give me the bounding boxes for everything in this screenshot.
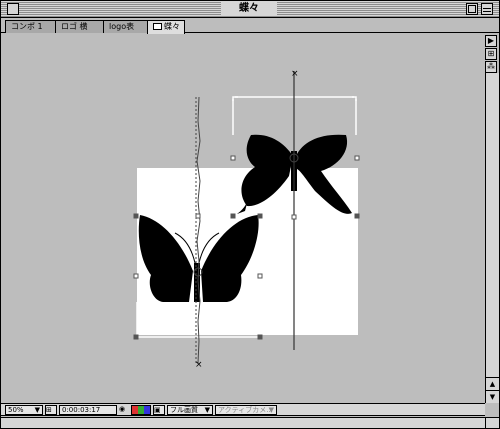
composition-icon bbox=[153, 23, 162, 30]
timecode-value: 0:00:03:17 bbox=[62, 406, 101, 414]
composition-window: 蝶々 コンポ 1 ロゴ 横 logo表 蝶々 ▶ ⊞ ⁂ × × ▲ ▼ 50%… bbox=[0, 0, 500, 429]
grid-icon: ⁂ bbox=[487, 62, 495, 71]
grid-options-button[interactable]: ⁂ bbox=[485, 61, 497, 73]
zoom-level: 50% bbox=[8, 406, 24, 414]
safe-area-button[interactable]: ⊞ bbox=[45, 405, 57, 415]
safe-area-icon: ⊞ bbox=[46, 406, 52, 414]
motion-path-lower[interactable] bbox=[195, 96, 201, 364]
close-box[interactable] bbox=[7, 3, 19, 15]
tab-label: コンポ 1 bbox=[11, 22, 43, 31]
camera-icon: ◉ bbox=[119, 405, 126, 413]
chevron-down-icon: ▼ bbox=[204, 406, 210, 414]
chevron-down-icon: ▼ bbox=[268, 406, 274, 414]
tab-logo-horizontal[interactable]: ロゴ 横 bbox=[55, 20, 105, 33]
resolution-menu[interactable]: フル画質 ▼ bbox=[167, 405, 213, 415]
title-bar[interactable]: 蝶々 bbox=[1, 1, 499, 18]
channel-button[interactable] bbox=[131, 405, 151, 415]
tab-comp-1[interactable]: コンポ 1 bbox=[5, 20, 57, 33]
chevron-down-icon: ▼ bbox=[34, 406, 40, 414]
tab-bar: コンポ 1 ロゴ 横 logo表 蝶々 bbox=[1, 18, 499, 34]
scroll-up-arrow[interactable]: ▲ bbox=[486, 377, 499, 390]
tab-label: ロゴ 横 bbox=[61, 22, 88, 31]
camera-value: アクティブカメ... bbox=[218, 406, 273, 414]
flowchart-icon: ⊞ bbox=[487, 49, 495, 58]
arrow-right-icon: ▶ bbox=[487, 36, 495, 45]
position-marker-upper[interactable]: × bbox=[291, 69, 299, 79]
composition-canvas[interactable]: × × bbox=[3, 34, 484, 402]
tab-label: logo表 bbox=[109, 22, 135, 31]
window-title: 蝶々 bbox=[221, 2, 277, 16]
collapse-box[interactable] bbox=[481, 3, 493, 15]
horizontal-scrollbar[interactable] bbox=[1, 417, 485, 428]
vertical-scrollbar[interactable]: ▲ ▼ bbox=[485, 73, 499, 403]
tab-butterfly[interactable]: 蝶々 bbox=[147, 20, 185, 34]
zoom-menu[interactable]: 50% ▼ bbox=[5, 405, 43, 415]
timecode-field[interactable]: 0:00:03:17 bbox=[59, 405, 117, 415]
resolution-value: フル画質 bbox=[170, 406, 198, 414]
scroll-down-arrow[interactable]: ▼ bbox=[486, 390, 499, 403]
position-marker-lower[interactable]: × bbox=[195, 360, 203, 370]
snapshot-button[interactable]: ◉ bbox=[119, 405, 129, 415]
camera-menu[interactable]: アクティブカメ... ▼ bbox=[215, 405, 277, 415]
panel-menu-button[interactable]: ▶ bbox=[485, 35, 497, 47]
composition-footer: 50% ▼ ⊞ 0:00:03:17 ◉ ▣ フル画質 ▼ アクティブカメ...… bbox=[1, 403, 485, 416]
region-icon: ▣ bbox=[154, 406, 161, 414]
layer-overlay: × × bbox=[133, 69, 360, 370]
region-of-interest-button[interactable]: ▣ bbox=[153, 405, 165, 415]
zoom-box[interactable] bbox=[466, 3, 478, 15]
tab-label: 蝶々 bbox=[164, 22, 180, 31]
tab-logo-front[interactable]: logo表 bbox=[103, 20, 149, 33]
comp-flowchart-button[interactable]: ⊞ bbox=[485, 48, 497, 60]
resize-handle[interactable] bbox=[485, 417, 499, 428]
